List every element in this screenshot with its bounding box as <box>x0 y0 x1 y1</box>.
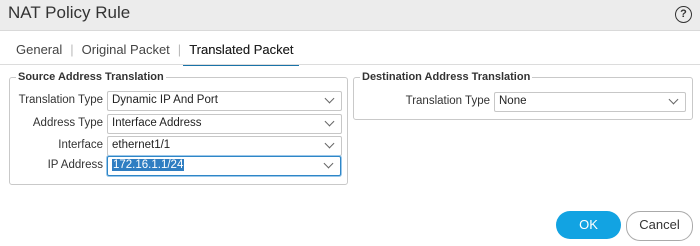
tab-original-packet[interactable]: Original Packet <box>82 42 170 66</box>
tab-divider: | <box>177 42 182 57</box>
address-type-select[interactable]: Interface Address <box>107 114 342 134</box>
chevron-down-icon <box>324 116 335 127</box>
source-address-translation-legend: Source Address Translation <box>18 71 164 83</box>
source-translation-type-value: Dynamic IP And Port <box>112 94 218 106</box>
chevron-down-icon <box>668 94 679 105</box>
address-type-value: Interface Address <box>112 117 202 129</box>
source-translation-type-row: Translation Type <box>9 91 103 111</box>
help-icon[interactable]: ? <box>675 6 692 23</box>
tab-bar: General | Original Packet | Translated P… <box>16 42 300 66</box>
ip-address-select[interactable]: 172.16.1.1/24 <box>107 156 341 176</box>
destination-translation-type-label: Translation Type <box>405 95 490 107</box>
cancel-button[interactable]: Cancel <box>626 211 693 241</box>
interface-value: ethernet1/1 <box>112 139 171 151</box>
tab-underline <box>0 64 700 65</box>
ip-address-value-wrap: 172.16.1.1/24 <box>112 159 185 171</box>
tab-divider: | <box>70 42 74 57</box>
interface-select[interactable]: ethernet1/1 <box>107 136 342 156</box>
address-type-label: Address Type <box>32 117 103 129</box>
dialog-titlebar: NAT Policy Rule ? <box>0 0 700 31</box>
ok-button[interactable]: OK <box>556 211 621 239</box>
source-translation-type-select[interactable]: Dynamic IP And Port <box>107 91 342 111</box>
source-translation-type-label: Translation Type <box>18 94 103 106</box>
interface-label: Interface <box>58 139 103 151</box>
ip-address-value: 172.16.1.1/24 <box>112 159 185 171</box>
destination-address-translation-legend: Destination Address Translation <box>362 71 531 83</box>
interface-row: Interface <box>9 136 103 156</box>
address-type-row: Address Type <box>9 114 103 134</box>
chevron-down-icon <box>323 158 334 169</box>
ip-address-row: IP Address <box>9 156 103 176</box>
tab-translated-packet[interactable]: Translated Packet <box>183 42 300 66</box>
dialog-title: NAT Policy Rule <box>8 3 131 22</box>
destination-translation-type-value: None <box>499 95 527 107</box>
destination-translation-type-row: Translation Type <box>353 92 490 112</box>
ip-address-label: IP Address <box>47 159 103 171</box>
destination-translation-type-select[interactable]: None <box>494 92 686 112</box>
chevron-down-icon <box>324 138 335 149</box>
tab-general[interactable]: General <box>16 42 62 66</box>
chevron-down-icon <box>324 93 335 104</box>
